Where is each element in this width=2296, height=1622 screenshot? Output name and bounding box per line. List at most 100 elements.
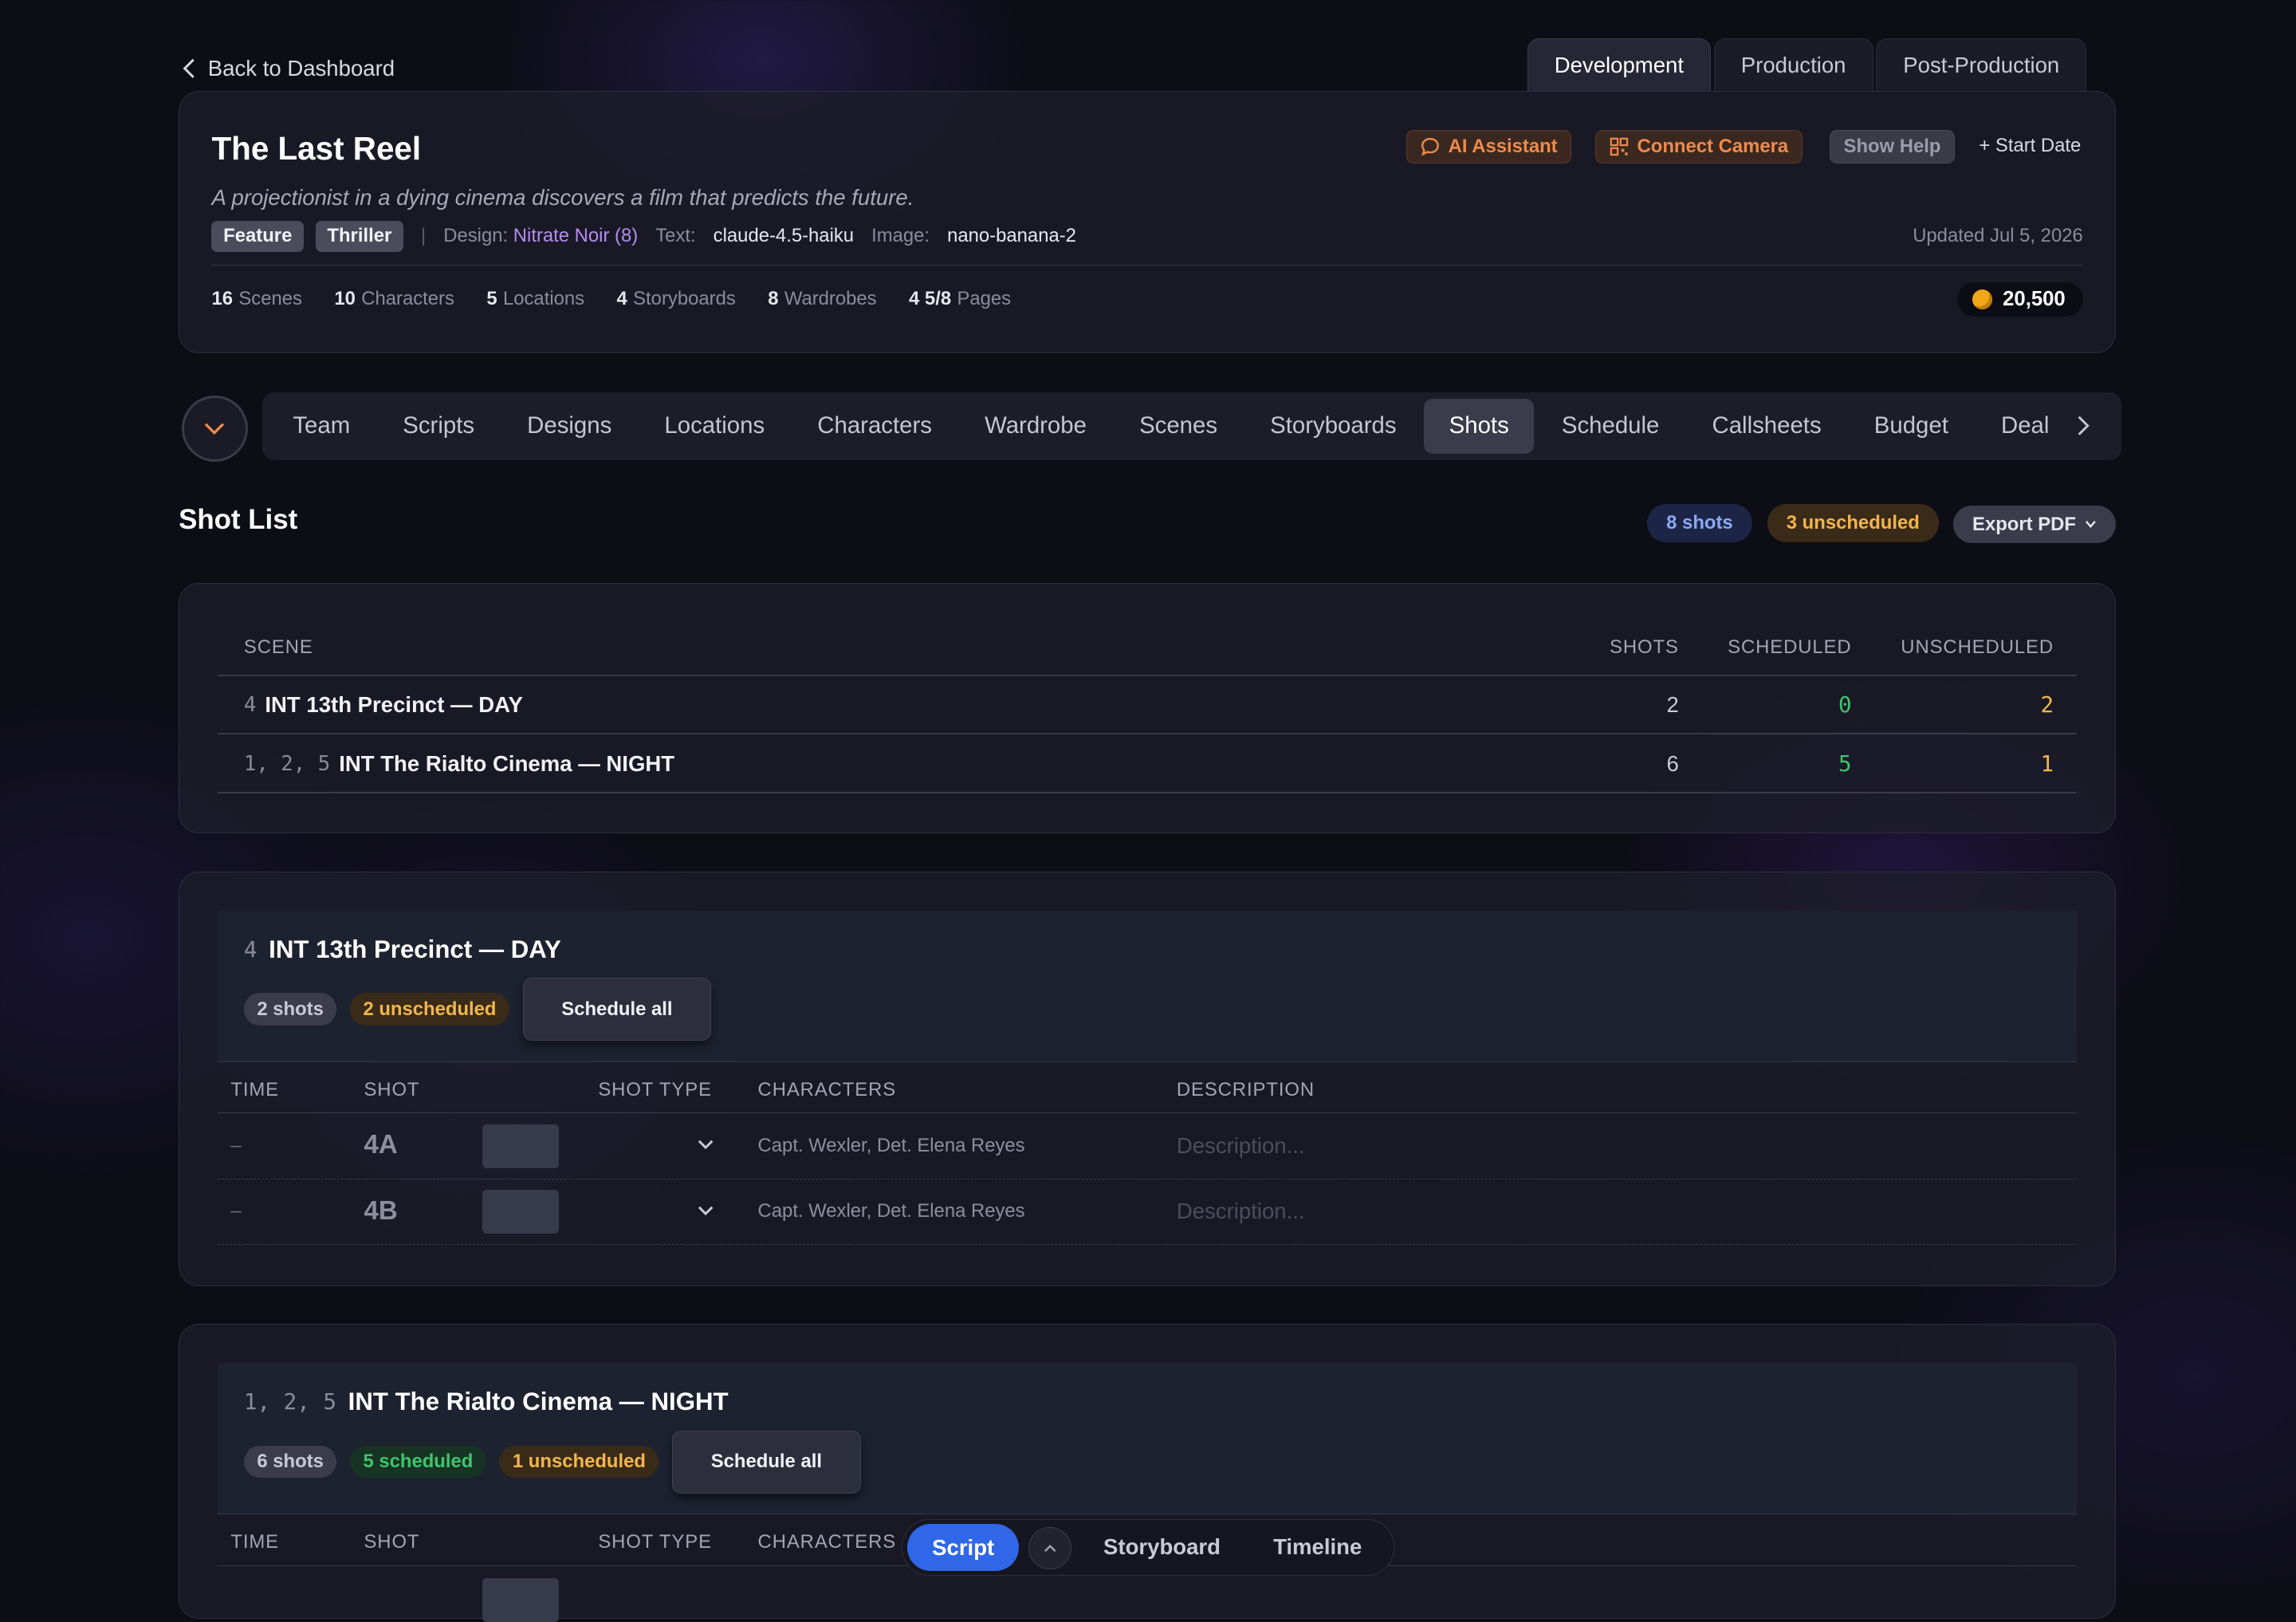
tab-team[interactable]: Team	[268, 399, 375, 455]
export-pdf-label: Export PDF	[1972, 513, 2076, 535]
project-logline: A projectionist in a dying cinema discov…	[211, 185, 914, 211]
image-model-label: Image:	[871, 225, 930, 246]
collapse-header-button[interactable]	[181, 395, 248, 463]
tab-schedule[interactable]: Schedule	[1537, 399, 1685, 455]
tab-designs[interactable]: Designs	[502, 399, 637, 455]
design-meta[interactable]: Design: Nitrate Noir (8)	[443, 225, 638, 247]
export-pdf-button[interactable]: Export PDF	[1953, 505, 2116, 544]
col-header-shot-type: SHOT TYPE	[598, 1531, 712, 1553]
image-model-value[interactable]: nano-banana-2	[947, 225, 1076, 247]
scene-number: 1, 2, 5	[243, 1389, 336, 1415]
tab-scenes[interactable]: Scenes	[1115, 399, 1242, 455]
view-storyboard-button[interactable]: Storyboard	[1103, 1534, 1221, 1560]
shot-description-input[interactable]: Description...	[1177, 1199, 1305, 1224]
shot-type-select[interactable]	[698, 1133, 714, 1155]
start-date-button[interactable]: + Start Date	[1966, 130, 2094, 162]
scene-title: 4 INT 13th Precinct — DAY	[244, 935, 561, 964]
tab-characters[interactable]: Characters	[792, 399, 957, 455]
scene-card-4: 4 INT 13th Precinct — DAY 2 shots 2 unsc…	[179, 871, 2117, 1286]
shot-characters[interactable]: Capt. Wexler, Det. Elena Reyes	[758, 1135, 1025, 1157]
bottom-view-switcher: Script Storyboard Timeline	[902, 1518, 1394, 1577]
table-row[interactable]: 4 INT 13th Precinct — DAY 2 0 2	[218, 676, 2078, 734]
scene-name: INT 13th Precinct — DAY	[269, 935, 561, 963]
scene-number: 1, 2, 5	[243, 751, 331, 776]
schedule-all-button[interactable]: Schedule all	[522, 978, 712, 1041]
col-header-shot: SHOT	[364, 1531, 420, 1553]
col-header-time: TIME	[230, 1531, 279, 1553]
scene-badges: 6 shots 5 scheduled 1 unscheduled Schedu…	[243, 1430, 861, 1494]
credits-value: 20,500	[2003, 287, 2066, 310]
scheduled-count: 5	[1838, 750, 1852, 777]
scene-name: INT 13th Precinct — DAY	[265, 692, 523, 718]
stat-pages: 4 5/8 Pages	[909, 288, 1011, 310]
scene-title: 1, 2, 5 INT The Rialto Cinema — NIGHT	[244, 1388, 729, 1416]
scene-summary-table: SCENE SHOTS SCHEDULED UNSCHEDULED 4 INT …	[179, 583, 2117, 834]
stat-number: 5	[486, 287, 497, 309]
shot-time[interactable]: –	[230, 1135, 241, 1157]
stat-label: Characters	[361, 287, 454, 309]
meta-separator: |	[421, 225, 427, 246]
scene-name: INT The Rialto Cinema — NIGHT	[339, 750, 675, 776]
phase-tab-production[interactable]: Production	[1713, 37, 1873, 92]
unscheduled-count: 1	[2040, 750, 2054, 777]
shot-characters[interactable]: Capt. Wexler, Det. Elena Reyes	[758, 1200, 1025, 1222]
shot-time[interactable]: –	[230, 1200, 241, 1222]
expand-panel-button[interactable]	[1028, 1526, 1071, 1570]
stat-number: 16	[211, 287, 234, 309]
stat-number: 8	[768, 287, 779, 309]
shot-thumbnail[interactable]	[482, 1124, 559, 1168]
text-model-value[interactable]: claude-4.5-haiku	[714, 225, 854, 247]
chevron-up-icon	[1044, 1545, 1056, 1553]
view-script-button[interactable]: Script	[906, 1524, 1020, 1571]
text-model-label: Text:	[655, 225, 696, 246]
ai-assistant-button[interactable]: AI Assistant	[1406, 129, 1572, 164]
col-header-time: TIME	[230, 1078, 279, 1100]
table-divider	[217, 791, 2078, 793]
tab-scripts[interactable]: Scripts	[378, 399, 499, 455]
coin-icon	[1972, 289, 1993, 310]
qr-code-icon	[1610, 137, 1628, 156]
col-header-unscheduled: UNSCHEDULED	[1901, 636, 2054, 659]
connect-camera-button[interactable]: Connect Camera	[1595, 129, 1803, 164]
shot-thumbnail[interactable]	[482, 1578, 559, 1622]
shots-count: 6	[1666, 750, 1679, 776]
scene-number: 4	[243, 693, 257, 718]
stat-number: 4	[616, 287, 627, 309]
stat-label: Scenes	[238, 287, 302, 309]
credits-balance[interactable]: 20,500	[1957, 281, 2083, 317]
phase-tab-development[interactable]: Development	[1527, 37, 1712, 92]
show-help-button[interactable]: Show Help	[1830, 129, 1956, 164]
col-header-shots: SHOTS	[1610, 636, 1679, 659]
tab-callsheets[interactable]: Callsheets	[1687, 399, 1846, 455]
view-timeline-button[interactable]: Timeline	[1273, 1534, 1362, 1560]
schedule-all-button[interactable]: Schedule all	[672, 1430, 861, 1494]
project-stats: 16 Scenes 10 Characters 5 Locations 4 Storyb…	[211, 288, 1011, 310]
project-meta: Feature Thriller | Design: Nitrate Noir …	[211, 220, 1076, 252]
scene-header: 1, 2, 5 INT The Rialto Cinema — NIGHT 6 …	[217, 1363, 2078, 1515]
tab-wardrobe[interactable]: Wardrobe	[960, 399, 1111, 455]
tab-deal[interactable]: Deal	[1976, 399, 2074, 455]
tab-shots[interactable]: Shots	[1424, 398, 1534, 455]
stat-label: Pages	[957, 287, 1012, 309]
scene-name: INT The Rialto Cinema — NIGHT	[348, 1388, 729, 1416]
col-header-characters: CHARACTERS	[757, 1078, 897, 1100]
nav-scroll-right-icon[interactable]	[2076, 413, 2090, 443]
scene-badges: 2 shots 2 unscheduled Schedule all	[243, 978, 712, 1041]
shot-thumbnail[interactable]	[482, 1190, 559, 1234]
tab-locations[interactable]: Locations	[639, 399, 789, 455]
phase-tab-post-production[interactable]: Post-Production	[1876, 37, 2087, 92]
stat-label: Wardrobes	[784, 287, 877, 309]
stat-number: 10	[334, 287, 356, 309]
col-header-shot-type: SHOT TYPE	[598, 1078, 712, 1100]
col-header-description: DESCRIPTION	[1176, 1078, 1315, 1100]
back-to-dashboard-link[interactable]: Back to Dashboard	[182, 56, 395, 81]
scheduled-count-badge: 5 scheduled	[349, 1445, 486, 1478]
shot-description-input[interactable]: Description...	[1177, 1133, 1305, 1159]
table-row[interactable]: 1, 2, 5 INT The Rialto Cinema — NIGHT 6 …	[218, 734, 2078, 793]
tab-budget[interactable]: Budget	[1850, 399, 1974, 455]
stat-wardrobes: 8 Wardrobes	[768, 288, 876, 310]
project-title: The Last Reel	[211, 129, 422, 167]
shot-type-select[interactable]	[698, 1199, 714, 1221]
design-value: Nitrate Noir (8)	[513, 225, 639, 246]
tab-storyboards[interactable]: Storyboards	[1245, 399, 1421, 455]
